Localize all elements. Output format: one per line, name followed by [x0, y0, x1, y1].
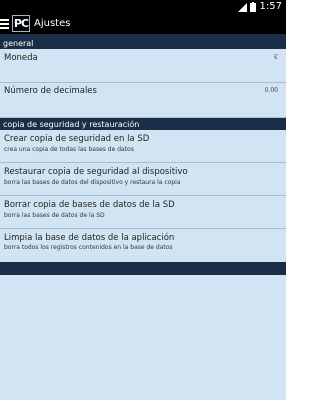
- status-bar: 1:57: [0, 0, 286, 14]
- status-icons: [238, 2, 256, 12]
- preference-value: 0.00: [264, 87, 278, 94]
- preference-title: Moneda: [4, 53, 38, 63]
- preference-clear-database[interactable]: Limpia la base de datos de la aplicación…: [0, 229, 286, 262]
- preference-summary: borra todos los registros contenidos en …: [4, 244, 173, 251]
- preference-delete-backup[interactable]: Borrar copia de bases de datos de la SD …: [0, 196, 286, 229]
- preference-title: Crear copia de seguridad en la SD: [4, 134, 150, 144]
- preference-summary: crea una copia de todas las bases de dat…: [4, 146, 134, 153]
- battery-icon: [250, 2, 256, 12]
- list-footer-bar: [0, 262, 286, 275]
- preference-decimals[interactable]: Número de decimales 0.00: [0, 83, 286, 118]
- preference-title: Limpia la base de datos de la aplicación: [4, 233, 175, 243]
- preference-create-backup[interactable]: Crear copia de seguridad en la SD crea u…: [0, 130, 286, 163]
- page-title: Ajustes: [34, 18, 71, 29]
- section-header-general: general: [0, 34, 286, 49]
- preference-currency[interactable]: Moneda €: [0, 49, 286, 83]
- preference-title: Restaurar copia de seguridad al disposit…: [4, 167, 188, 177]
- preference-value: €: [274, 54, 278, 61]
- section-header-backup: copia de seguridad y restauración: [0, 118, 286, 130]
- action-bar: PC Ajustes: [0, 14, 286, 34]
- signal-icon: [238, 2, 247, 12]
- status-time: 1:57: [259, 1, 282, 12]
- preference-title: Borrar copia de bases de datos de la SD: [4, 200, 175, 210]
- menu-icon[interactable]: [0, 19, 10, 29]
- preference-summary: borra las bases de datos del dispositivo…: [4, 179, 181, 186]
- app-logo[interactable]: PC: [12, 15, 30, 32]
- preference-restore-backup[interactable]: Restaurar copia de seguridad al disposit…: [0, 163, 286, 196]
- preference-title: Número de decimales: [4, 86, 97, 96]
- preference-summary: borra las bases de datos de la SD: [4, 212, 105, 219]
- settings-list: general Moneda € Número de decimales 0.0…: [0, 34, 286, 400]
